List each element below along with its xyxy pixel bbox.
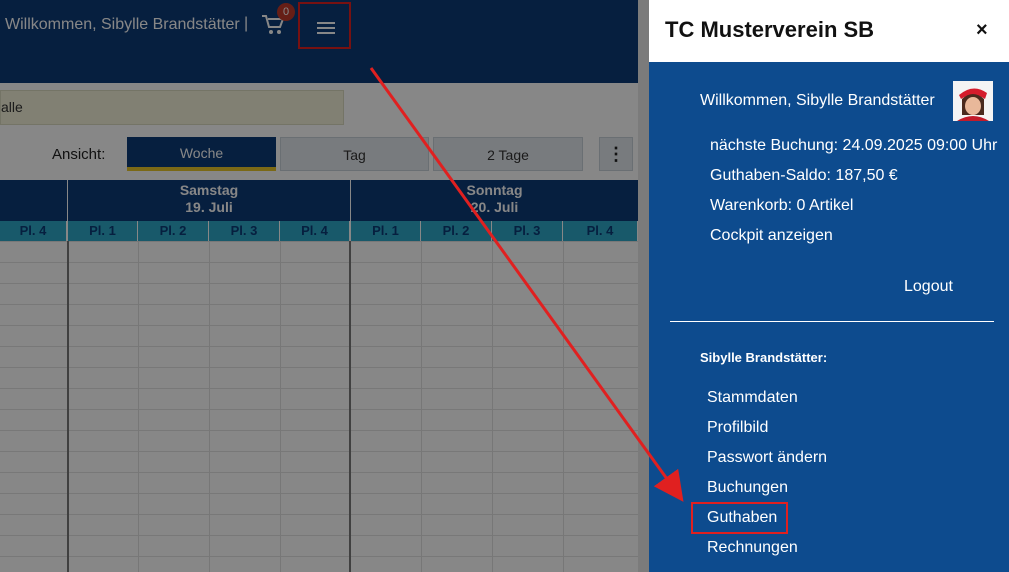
booking-app: Willkommen, Sibylle Brandstätter | 0 all… xyxy=(0,0,638,572)
menu-item-stammdaten[interactable]: Stammdaten xyxy=(707,389,798,407)
drawer-header: TC Musterverein SB × xyxy=(649,0,1009,62)
menu-item-profilbild[interactable]: Profilbild xyxy=(707,419,768,437)
balance-text: Guthaben-Saldo: 187,50 € xyxy=(710,167,898,184)
section-title: Sibylle Brandstätter: xyxy=(700,350,828,365)
avatar xyxy=(953,81,993,121)
next-booking-text: nächste Buchung: 24.09.2025 09:00 Uhr xyxy=(710,137,998,154)
screen: Willkommen, Sibylle Brandstätter | 0 all… xyxy=(0,0,1009,572)
logout-link[interactable]: Logout xyxy=(904,278,953,296)
modal-backdrop[interactable] xyxy=(0,0,638,572)
menu-item-rechnungen[interactable]: Rechnungen xyxy=(707,539,798,557)
side-drawer: TC Musterverein SB × Willkommen, Sibylle… xyxy=(649,0,1009,572)
cockpit-link[interactable]: Cockpit anzeigen xyxy=(710,227,833,245)
close-icon[interactable]: × xyxy=(976,19,988,42)
divider xyxy=(670,321,994,322)
menu-item-passwort[interactable]: Passwort ändern xyxy=(707,449,827,467)
highlight-box xyxy=(691,502,788,534)
drawer-welcome: Willkommen, Sibylle Brandstätter xyxy=(700,92,935,109)
menu-item-buchungen[interactable]: Buchungen xyxy=(707,479,788,497)
cart-text: Warenkorb: 0 Artikel xyxy=(710,197,854,214)
club-title: TC Musterverein SB xyxy=(665,17,875,42)
scrollbar[interactable] xyxy=(638,0,649,572)
